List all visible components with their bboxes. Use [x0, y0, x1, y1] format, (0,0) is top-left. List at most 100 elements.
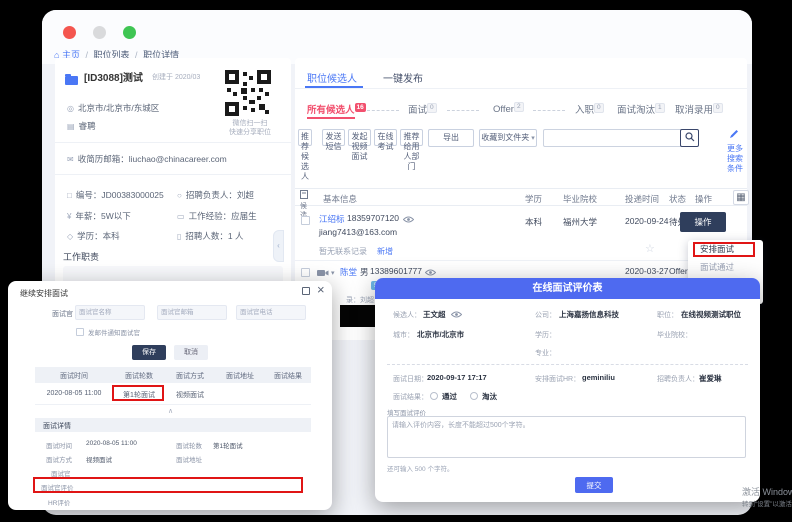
comment-textarea[interactable] [387, 416, 746, 458]
subtab-badge: 16 [355, 103, 366, 112]
menu-item-interview-pass[interactable]: 面试通过 [688, 258, 763, 276]
cell-apply-time: 2020-03-27 [625, 266, 668, 276]
recommend-to-dept-button[interactable]: 推荐给用人部门 [400, 129, 423, 146]
subtab-interview[interactable]: 面试0 [408, 102, 437, 116]
subtab-separator [533, 110, 565, 111]
notify-checkbox[interactable] [76, 328, 84, 336]
traffic-light-minimize[interactable] [93, 26, 106, 39]
add-contact-link[interactable]: 新增 [377, 246, 393, 257]
collapse-panel-handle[interactable]: ‹ [273, 230, 284, 262]
export-button[interactable]: 导出 [428, 129, 474, 147]
table-header-action: 操作 [695, 193, 712, 205]
row-action-button[interactable]: 操作 [680, 212, 726, 232]
save-button[interactable]: 保存 [132, 345, 166, 360]
more-filters[interactable]: 更多搜索条件 [726, 126, 744, 174]
subtab-onboard[interactable]: 入职0 [575, 102, 604, 116]
search-button[interactable] [680, 129, 699, 147]
star-icon[interactable]: ☆ [645, 242, 655, 255]
evaluation-modal: 在线面试评价表 候选人： 王文超 公司： 上海嘉扬信息科技 职位： 在线视频测试… [375, 278, 760, 502]
subtab-badge: 0 [594, 103, 604, 113]
job-title: [ID3088]测试 [84, 69, 143, 84]
grid-columns-icon[interactable]: ▦ [733, 190, 749, 205]
mini-header-address: 面试地址 [215, 371, 265, 381]
table-header-apply-time: 投递时间 [625, 193, 659, 205]
interviewer-name-input[interactable] [75, 305, 145, 320]
position-value: 在线视频测试职位 [681, 309, 741, 320]
location-icon: ◎ [67, 104, 74, 113]
collapse-caret-icon[interactable]: ∧ [168, 407, 173, 415]
subtab-all-candidates[interactable]: 所有候选人16 [307, 102, 366, 116]
subtab-badge: 2 [514, 102, 524, 112]
resume-email-row: ✉收简历邮箱：liuchao@chinacareer.com [67, 153, 227, 165]
traffic-light-zoom[interactable] [123, 26, 136, 39]
major-label: 专业： [535, 348, 556, 358]
table-header-school: 毕业院校 [563, 193, 597, 205]
radio-fail-label[interactable]: 淘汰 [482, 391, 497, 402]
send-sms-button[interactable]: 发送短信 [322, 129, 345, 146]
row-checkbox[interactable] [301, 216, 310, 225]
qr-caption-line2: 快速分享职位 [215, 127, 285, 137]
more-filters-label: 更多搜索条件 [726, 144, 744, 174]
save-to-folder-dropdown[interactable]: 收藏到文件夹 ▾ [479, 129, 537, 147]
traffic-light-close[interactable] [63, 26, 76, 39]
notify-checkbox-label: 发邮件通知面试官 [88, 327, 140, 337]
online-exam-button[interactable]: 在线考试 [374, 129, 397, 146]
radio-pass-label[interactable]: 通过 [442, 391, 457, 402]
row-checkbox[interactable] [301, 268, 310, 277]
table-header-basic-info: 基本信息 [323, 193, 357, 205]
cancel-button[interactable]: 取消 [174, 345, 208, 360]
detail-title: 面试详情 [43, 421, 71, 431]
date-label: 面试日期： [393, 374, 428, 384]
search-input[interactable] [543, 129, 683, 147]
arranger-value: geminiliu [582, 373, 615, 382]
close-icon[interactable]: × [317, 285, 325, 295]
radio-fail[interactable] [470, 392, 478, 400]
interviewer-phone-input[interactable] [236, 305, 306, 320]
recommend-candidate-button[interactable]: 推荐候选人 [298, 129, 312, 146]
candidate-phone: 18359707120 [347, 213, 399, 223]
eye-icon[interactable] [451, 311, 462, 318]
job-created-at: 创建于 2020/03 [152, 72, 200, 82]
subtab-offer[interactable]: Offer2 [493, 102, 524, 115]
chevron-down-icon[interactable]: ▾ [331, 269, 335, 277]
radio-pass[interactable] [430, 392, 438, 400]
cell-apply-time: 2020-09-24 [625, 216, 668, 226]
subtab-interview-rejected[interactable]: 面试淘汰1 [617, 102, 665, 116]
mini-header-round: 面试轮数 [113, 371, 165, 381]
mini-header-method: 面试方式 [165, 371, 215, 381]
modal-title: 继续安排面试 [20, 288, 68, 299]
subtab-offer-cancelled[interactable]: 取消录用0 [675, 102, 723, 116]
video-thumbnail [340, 305, 378, 327]
maximize-icon[interactable] [302, 287, 310, 295]
id-icon: □ [67, 191, 72, 200]
start-video-interview-button[interactable]: 发起视频面试 [348, 129, 371, 146]
active-subtab-underline [307, 117, 355, 119]
divider [55, 174, 291, 175]
result-label: 面试结果： [393, 392, 428, 402]
detail-method-label: 面试方式 [46, 454, 72, 464]
divider [55, 142, 291, 143]
divider [295, 88, 747, 89]
watermark-line1: 激活 Windows [742, 485, 792, 498]
video-camera-icon[interactable] [317, 269, 329, 277]
annotation-box [693, 242, 755, 257]
eye-icon[interactable] [425, 269, 436, 276]
job-location: ◎北京市/北京市/东城区 [67, 102, 159, 114]
tab-position-candidates[interactable]: 职位候选人 [307, 70, 357, 85]
candidate-name-link[interactable]: 陈堂 [340, 266, 357, 278]
city-label: 城市： [393, 330, 414, 340]
detail-round-label: 面试轮数 [176, 440, 202, 450]
salary-icon: ¥ [67, 212, 71, 221]
owner-value: 崔爱琳 [699, 373, 722, 384]
degree-label: 学历： [535, 330, 556, 340]
job-field-owner: ○招聘负责人：刘超 [177, 189, 254, 201]
watermark-line2: 转到“设置”以激活 Windows。 [742, 498, 792, 508]
tab-one-click-publish[interactable]: 一键发布 [383, 70, 423, 85]
submit-button[interactable]: 提交 [575, 477, 613, 493]
annotation-box [112, 385, 164, 401]
owner-label: 招聘负责人： [657, 374, 699, 384]
candidate-name-link[interactable]: 江绍标 [319, 213, 345, 225]
eye-icon[interactable] [403, 216, 414, 223]
interviewer-email-input[interactable] [157, 305, 227, 320]
mini-header-time: 面试时间 [35, 371, 113, 381]
